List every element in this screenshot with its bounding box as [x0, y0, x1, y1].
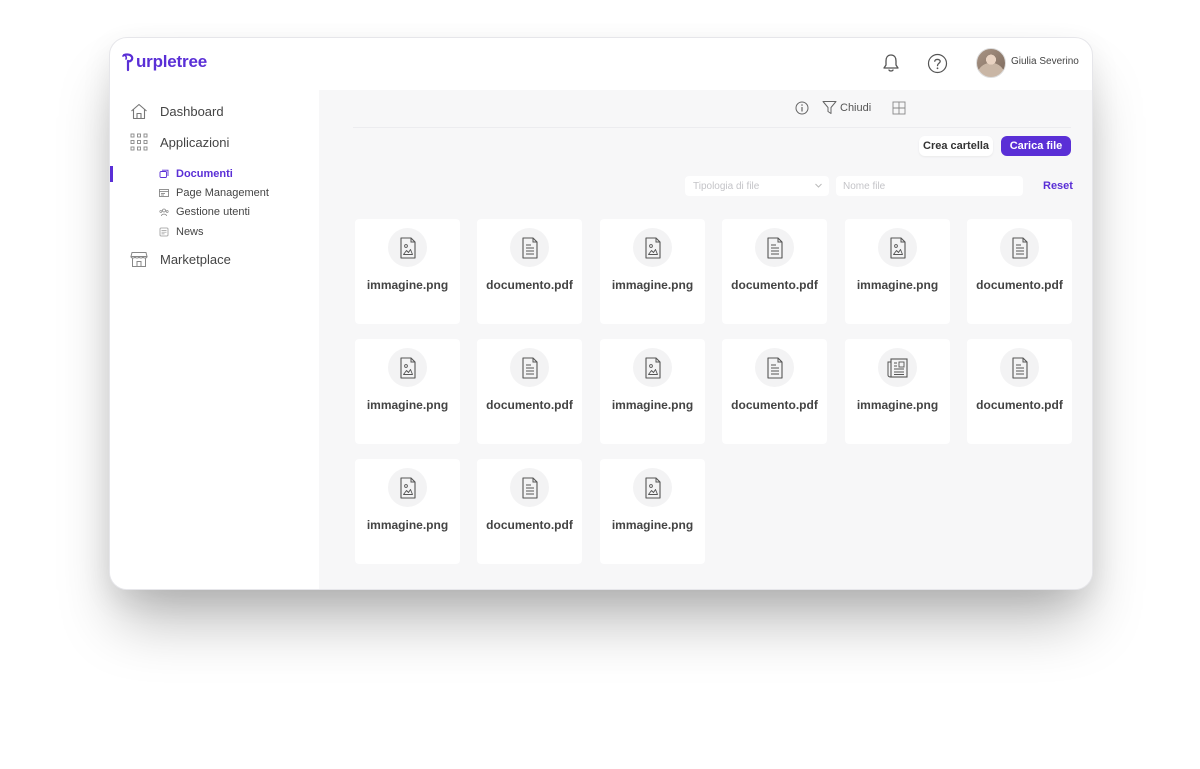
- file-card[interactable]: documento.pdf: [477, 339, 582, 444]
- file-name-input[interactable]: [836, 176, 1023, 196]
- file-name: documento.pdf: [731, 398, 818, 412]
- chevron-down-icon: [814, 181, 823, 193]
- file-name: documento.pdf: [976, 278, 1063, 292]
- file-card[interactable]: immagine.png: [355, 459, 460, 564]
- page-icon: [159, 188, 169, 198]
- file-card[interactable]: documento.pdf: [477, 459, 582, 564]
- users-icon: [159, 207, 169, 217]
- file-card[interactable]: immagine.png: [600, 219, 705, 324]
- file-name: immagine.png: [366, 278, 449, 292]
- sidebar-subitem-label: Page Management: [176, 187, 269, 199]
- brand-logo[interactable]: urpletree: [122, 52, 207, 72]
- file-name: documento.pdf: [486, 518, 573, 532]
- image-file-icon: [633, 348, 672, 387]
- info-icon[interactable]: [795, 101, 809, 115]
- logo-leaf-icon: [122, 53, 134, 72]
- sidebar-item-dashboard[interactable]: Dashboard: [130, 102, 224, 120]
- sidebar-subitem-label: Gestione utenti: [176, 206, 250, 218]
- image-file-icon: [633, 228, 672, 267]
- document-file-icon: [755, 228, 794, 267]
- active-indicator: [110, 166, 113, 182]
- file-name: documento.pdf: [486, 398, 573, 412]
- bell-icon[interactable]: [880, 52, 902, 74]
- file-type-placeholder: Tipologia di file: [693, 180, 760, 192]
- user-avatar[interactable]: [976, 48, 1006, 78]
- toolbar-divider: [353, 127, 1071, 128]
- sidebar-subitem-label: News: [176, 226, 204, 238]
- file-card[interactable]: immagine.png: [845, 339, 950, 444]
- file-name: immagine.png: [611, 518, 694, 532]
- create-folder-button[interactable]: Crea cartella: [919, 136, 994, 156]
- document-file-icon: [510, 228, 549, 267]
- sidebar-subitem-label: Documenti: [176, 168, 233, 180]
- document-file-icon: [755, 348, 794, 387]
- reset-filters-button[interactable]: Reset: [1043, 180, 1073, 192]
- document-file-icon: [510, 468, 549, 507]
- file-card[interactable]: documento.pdf: [477, 219, 582, 324]
- news-icon: [159, 227, 169, 237]
- file-card[interactable]: immagine.png: [600, 459, 705, 564]
- file-card[interactable]: immagine.png: [355, 219, 460, 324]
- sidebar-item-label: Dashboard: [160, 103, 224, 119]
- sidebar-subitem-documenti[interactable]: Documenti: [159, 168, 233, 180]
- user-name[interactable]: Giulia Severino: [1011, 56, 1079, 67]
- file-name: immagine.png: [366, 518, 449, 532]
- help-icon[interactable]: [926, 52, 948, 74]
- main-content: Chiudi Crea cartella Carica file Tipolog…: [319, 90, 1092, 589]
- top-header: urpletree Giulia Severino: [110, 38, 1092, 90]
- image-file-icon: [633, 468, 672, 507]
- image-file-icon: [388, 228, 427, 267]
- apps-grid-icon: [130, 133, 148, 151]
- sidebar-subitem-news[interactable]: News: [159, 226, 204, 238]
- file-name: immagine.png: [366, 398, 449, 412]
- documents-icon: [159, 169, 169, 179]
- file-name: immagine.png: [856, 278, 939, 292]
- sidebar-subitem-gestione-utenti[interactable]: Gestione utenti: [159, 206, 250, 218]
- image-file-icon: [388, 468, 427, 507]
- store-icon: [130, 250, 148, 268]
- home-icon: [130, 102, 148, 120]
- file-card[interactable]: documento.pdf: [722, 219, 827, 324]
- document-file-icon: [1000, 348, 1039, 387]
- file-name: immagine.png: [611, 278, 694, 292]
- sidebar-item-applicazioni[interactable]: Applicazioni: [130, 133, 229, 151]
- document-file-icon: [1000, 228, 1039, 267]
- file-card[interactable]: documento.pdf: [967, 219, 1072, 324]
- newspaper-file-icon: [878, 348, 917, 387]
- app-window: urpletree Giulia Severino Dashboard Appl…: [109, 37, 1093, 590]
- file-card[interactable]: documento.pdf: [722, 339, 827, 444]
- logo-text: urpletree: [136, 52, 207, 71]
- file-card[interactable]: immagine.png: [600, 339, 705, 444]
- file-card[interactable]: immagine.png: [355, 339, 460, 444]
- file-card[interactable]: documento.pdf: [967, 339, 1072, 444]
- file-type-select[interactable]: Tipologia di file: [685, 176, 829, 196]
- file-name: documento.pdf: [731, 278, 818, 292]
- document-file-icon: [510, 348, 549, 387]
- file-name: immagine.png: [856, 398, 939, 412]
- sidebar-item-marketplace[interactable]: Marketplace: [130, 250, 231, 268]
- sidebar: Dashboard Applicazioni Documenti Page Ma…: [110, 90, 319, 589]
- grid-view-icon[interactable]: [892, 101, 906, 115]
- sidebar-subitem-page-management[interactable]: Page Management: [159, 187, 269, 199]
- image-file-icon: [878, 228, 917, 267]
- sidebar-item-label: Applicazioni: [160, 134, 230, 150]
- close-filters-button[interactable]: Chiudi: [822, 100, 871, 115]
- filter-icon: [822, 100, 837, 115]
- image-file-icon: [388, 348, 427, 387]
- file-card[interactable]: immagine.png: [845, 219, 950, 324]
- sidebar-item-label: Marketplace: [160, 251, 231, 267]
- file-name: documento.pdf: [976, 398, 1063, 412]
- close-filters-label: Chiudi: [840, 101, 872, 114]
- upload-file-button[interactable]: Carica file: [1001, 136, 1071, 156]
- file-name: documento.pdf: [486, 278, 573, 292]
- file-name: immagine.png: [611, 398, 694, 412]
